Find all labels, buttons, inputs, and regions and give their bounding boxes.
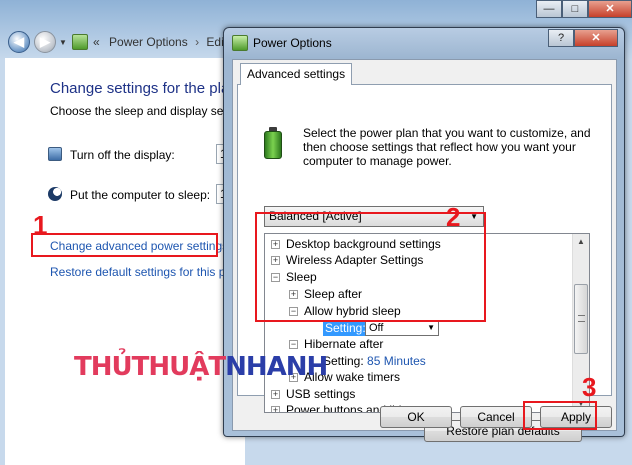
intro-text: Select the power plan that you want to c… (303, 126, 591, 168)
watermark-part-2: NHANH (225, 352, 328, 382)
hibernate-setting-row[interactable]: Setting: 85 Minutes (323, 353, 426, 369)
step-1-highlight (31, 233, 218, 257)
back-arrow-icon: ◀ (14, 34, 24, 49)
moon-icon (48, 187, 62, 201)
chevron-down-icon: ▼ (427, 323, 435, 332)
help-button[interactable]: ? (548, 29, 574, 47)
hybrid-sleep-setting-row[interactable]: Setting: (323, 320, 368, 336)
expand-icon[interactable]: + (271, 406, 280, 412)
forward-button[interactable]: ▶ (34, 31, 56, 53)
control-panel-icon (72, 34, 88, 50)
setting-label: Setting: (323, 320, 368, 336)
dialog-title: Power Options (253, 36, 332, 50)
sleep-setting-row: Put the computer to sleep: (48, 187, 210, 202)
breadcrumb-overflow[interactable]: « (93, 35, 100, 49)
close-button[interactable]: ✕ (588, 0, 632, 18)
scrollbar-thumb[interactable] (574, 284, 588, 354)
expand-icon[interactable]: + (271, 390, 280, 399)
control-panel-content: Change settings for the plan Choose the … (5, 58, 252, 465)
step-3-marker: 3 (582, 372, 597, 402)
ok-button[interactable]: OK (380, 406, 452, 428)
breadcrumb[interactable]: « Power Options › Edit (93, 35, 227, 49)
page-subtitle: Choose the sleep and display settings (50, 104, 253, 118)
maximize-button[interactable]: □ (562, 0, 588, 18)
display-setting-row: Turn off the display: (48, 147, 175, 162)
breadcrumb-power-options[interactable]: Power Options (109, 35, 188, 49)
page-title: Change settings for the plan (50, 80, 238, 97)
battery-icon (260, 127, 286, 161)
window-controls: — □ ✕ (536, 0, 632, 18)
setting-label: Setting: (323, 354, 364, 368)
tree-item-hibernate-after[interactable]: − Hibernate after (289, 336, 383, 352)
display-label: Turn off the display: (70, 148, 175, 162)
watermark-logo: THỦTHUẬTNHANH (74, 352, 328, 382)
cancel-button[interactable]: Cancel (460, 406, 532, 428)
power-options-icon (232, 35, 248, 51)
tree-item-label: USB settings (286, 387, 356, 401)
dialog-controls: ? ✕ (548, 29, 618, 47)
recent-pages-dropdown-icon[interactable]: ▼ (59, 38, 67, 47)
minimize-button[interactable]: — (536, 0, 562, 18)
tree-item-label: Hibernate after (304, 337, 384, 351)
collapse-icon[interactable]: − (289, 340, 298, 349)
tab-advanced-settings[interactable]: Advanced settings (240, 63, 353, 85)
forward-arrow-icon: ▶ (40, 34, 50, 49)
sleep-label: Put the computer to sleep: (70, 188, 211, 202)
step-3-highlight (523, 401, 597, 430)
back-button[interactable]: ◀ (8, 31, 30, 53)
hibernate-value[interactable]: 85 Minutes (367, 354, 426, 368)
restore-default-settings-link[interactable]: Restore default settings for this plan (50, 265, 241, 279)
hybrid-sleep-select[interactable]: Off ▼ (365, 320, 439, 336)
breadcrumb-separator: › (195, 35, 200, 49)
tree-item-usb-settings[interactable]: + USB settings (271, 386, 355, 402)
watermark-part-1: THỦTHUẬT (74, 352, 226, 382)
scroll-up-icon[interactable]: ▲ (573, 234, 589, 250)
hybrid-sleep-value: Off (369, 322, 384, 334)
step-2-highlight (255, 212, 486, 322)
dialog-close-button[interactable]: ✕ (574, 29, 618, 47)
monitor-icon (48, 147, 62, 161)
dialog-titlebar[interactable]: Power Options ? ✕ (224, 28, 624, 58)
